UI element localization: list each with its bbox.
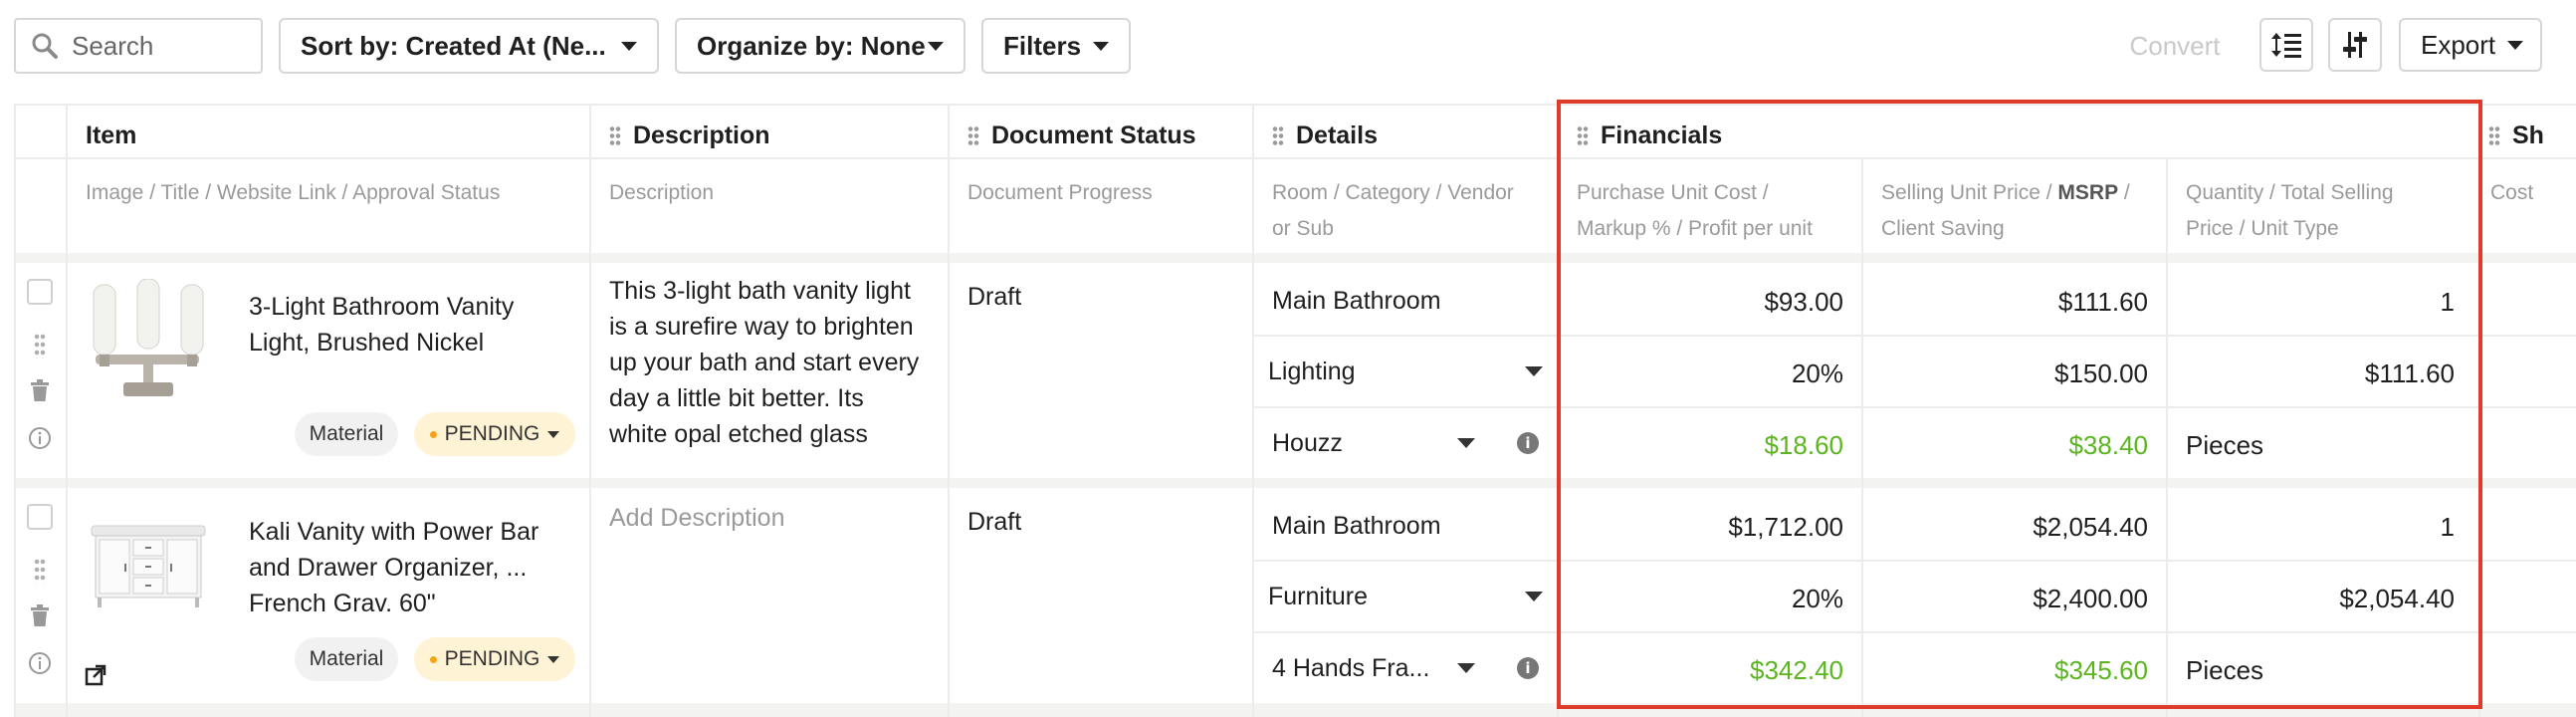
description-line: day a little bit better. Its bbox=[609, 384, 864, 412]
convert-button[interactable]: Convert bbox=[2110, 26, 2240, 66]
drag-handle-icon[interactable] bbox=[967, 125, 979, 145]
row-checkbox[interactable] bbox=[27, 279, 53, 305]
description-line: is a surefire way to brighten bbox=[609, 313, 914, 341]
item-title-line: Kali Vanity with Power Bar bbox=[249, 518, 539, 546]
chevron-down-icon bbox=[1457, 663, 1475, 673]
info-icon[interactable] bbox=[28, 426, 52, 450]
column-subheader-details: Room / Category / Vendor or Sub bbox=[1272, 175, 1514, 247]
vendor-dropdown[interactable]: 4 Hands Fra... bbox=[1272, 641, 1475, 695]
description-cell[interactable]: This 3-light bath vanity light is a sure… bbox=[609, 273, 938, 452]
info-icon[interactable] bbox=[28, 651, 52, 675]
status-badge[interactable]: PENDING bbox=[414, 412, 575, 456]
column-title: Document Status bbox=[991, 120, 1196, 149]
column-header-item[interactable]: Item bbox=[86, 116, 136, 155]
export-label: Export bbox=[2421, 29, 2496, 60]
external-link-icon[interactable] bbox=[84, 663, 107, 687]
column-settings-button[interactable] bbox=[2328, 18, 2382, 72]
vendor-info-icon[interactable]: i bbox=[1517, 432, 1539, 454]
drag-handle-icon[interactable] bbox=[2488, 125, 2500, 145]
category-dropdown[interactable]: Furniture bbox=[1268, 570, 1543, 623]
document-status[interactable]: Draft bbox=[967, 508, 1021, 537]
description-line: This 3-light bath vanity light bbox=[609, 277, 911, 305]
trash-icon[interactable] bbox=[29, 378, 51, 402]
category-dropdown[interactable]: Lighting bbox=[1268, 345, 1543, 398]
column-subheader-item: Image / Title / Website Link / Approval … bbox=[86, 181, 501, 204]
column-subheader-document-status: Document Progress bbox=[967, 181, 1153, 204]
subheader-line: Room / Category / Vendor bbox=[1272, 181, 1514, 204]
type-badge-label: Material bbox=[309, 422, 384, 445]
drag-handle-icon[interactable] bbox=[609, 125, 621, 145]
description-line: white opal etched glass bbox=[609, 420, 868, 448]
row-checkbox[interactable] bbox=[27, 504, 53, 530]
chevron-down-icon bbox=[621, 41, 637, 51]
column-subheader-shipping: Cost bbox=[2490, 181, 2534, 204]
item-title-line: 3-Light Bathroom Vanity bbox=[249, 293, 515, 321]
column-title: Details bbox=[1296, 120, 1378, 149]
organize-label: Organize by: None bbox=[697, 30, 926, 61]
column-title: Sh bbox=[2512, 120, 2544, 149]
status-badge-label: PENDING bbox=[444, 422, 540, 445]
subheader-line: or Sub bbox=[1272, 217, 1334, 240]
filters-label: Filters bbox=[1003, 30, 1082, 61]
financials-highlight bbox=[1557, 100, 2482, 709]
sliders-icon bbox=[2343, 32, 2367, 58]
type-badge: Material bbox=[295, 637, 398, 681]
chevron-down-icon bbox=[547, 655, 560, 663]
item-image[interactable] bbox=[86, 279, 211, 400]
drag-handle-icon[interactable] bbox=[1272, 125, 1284, 145]
row-height-button[interactable] bbox=[2259, 18, 2313, 72]
vendor-label: Houzz bbox=[1272, 428, 1343, 457]
column-title: Description bbox=[633, 120, 770, 149]
vendor-dropdown[interactable]: Houzz bbox=[1272, 416, 1475, 470]
search-input[interactable] bbox=[70, 29, 243, 63]
trash-icon[interactable] bbox=[29, 603, 51, 627]
category-label: Lighting bbox=[1268, 357, 1356, 385]
sort-dropdown[interactable]: Sort by: Created At (Ne... bbox=[279, 18, 659, 74]
item-title[interactable]: 3-Light Bathroom Vanity Light, Brushed N… bbox=[249, 289, 514, 360]
line-height-icon bbox=[2271, 33, 2301, 58]
column-header-description[interactable]: Description bbox=[609, 116, 770, 155]
document-status[interactable]: Draft bbox=[967, 283, 1021, 312]
search-icon bbox=[32, 33, 58, 59]
chevron-down-icon bbox=[1525, 592, 1543, 601]
column-header-shipping[interactable]: Sh bbox=[2488, 116, 2544, 155]
item-title[interactable]: Kali Vanity with Power Bar and Drawer Or… bbox=[249, 514, 538, 621]
column-subheader-description: Description bbox=[609, 181, 715, 204]
item-title-line: French Grav. 60" bbox=[249, 590, 436, 617]
chevron-down-icon bbox=[1457, 438, 1475, 448]
item-image[interactable] bbox=[90, 522, 207, 609]
search-box[interactable] bbox=[14, 18, 263, 74]
item-title-line: and Drawer Organizer, ... bbox=[249, 554, 528, 582]
item-title-line: Light, Brushed Nickel bbox=[249, 329, 485, 357]
type-badge-label: Material bbox=[309, 647, 384, 670]
chevron-down-icon bbox=[928, 41, 944, 51]
status-badge-label: PENDING bbox=[444, 647, 540, 670]
sort-label: Sort by: Created At (Ne... bbox=[301, 30, 606, 61]
category-label: Furniture bbox=[1268, 582, 1369, 610]
room-field[interactable]: Main Bathroom bbox=[1272, 512, 1441, 541]
drag-handle-icon[interactable] bbox=[34, 558, 46, 584]
drag-handle-icon[interactable] bbox=[34, 333, 46, 358]
vendor-info-icon[interactable]: i bbox=[1517, 657, 1539, 679]
chevron-down-icon bbox=[2507, 40, 2524, 50]
chevron-down-icon bbox=[547, 430, 560, 438]
chevron-down-icon bbox=[1093, 41, 1109, 51]
status-dot bbox=[429, 430, 437, 438]
export-button[interactable]: Export bbox=[2399, 18, 2542, 72]
vendor-label: 4 Hands Fra... bbox=[1272, 653, 1430, 682]
room-field[interactable]: Main Bathroom bbox=[1272, 287, 1441, 316]
organize-dropdown[interactable]: Organize by: None bbox=[675, 18, 966, 74]
filters-dropdown[interactable]: Filters bbox=[981, 18, 1131, 74]
chevron-down-icon bbox=[1525, 366, 1543, 376]
status-badge[interactable]: PENDING bbox=[414, 637, 575, 681]
column-header-details[interactable]: Details bbox=[1272, 116, 1378, 155]
description-cell[interactable]: Add Description bbox=[609, 500, 784, 536]
status-dot bbox=[429, 655, 437, 663]
type-badge: Material bbox=[295, 412, 398, 456]
column-header-document-status[interactable]: Document Status bbox=[967, 116, 1196, 155]
column-title: Item bbox=[86, 120, 137, 149]
description-line: up your bath and start every bbox=[609, 349, 920, 376]
